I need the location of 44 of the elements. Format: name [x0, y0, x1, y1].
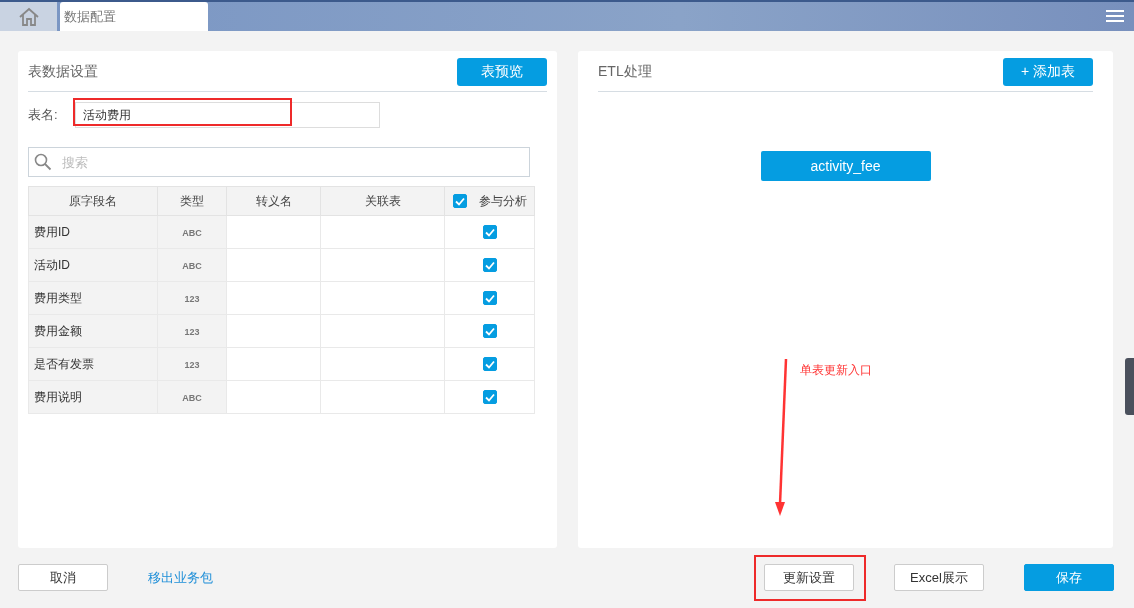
add-table-button[interactable]: + 添加表 — [1003, 57, 1093, 86]
cancel-button[interactable]: 取消 — [18, 564, 108, 591]
type-tag: ABC — [182, 393, 202, 403]
type-tag: 123 — [184, 294, 200, 304]
search-icon — [34, 153, 52, 171]
annotation-note: 单表更新入口 — [800, 362, 872, 379]
analyze-checkbox[interactable] — [482, 291, 497, 306]
field-name: 费用ID — [34, 224, 70, 239]
select-all-checkbox[interactable] — [452, 194, 467, 208]
table-name-label: 表名: — [28, 106, 59, 124]
type-tag: ABC — [182, 228, 202, 238]
field-name: 费用说明 — [34, 389, 82, 404]
panel-title: ETL处理 — [598, 62, 652, 81]
type-tag: 123 — [184, 360, 200, 370]
analyze-checkbox[interactable] — [482, 324, 497, 339]
analyze-checkbox[interactable] — [482, 225, 497, 240]
footer-button[interactable]: 更新设置 — [764, 564, 854, 591]
panel-title: 表数据设置 — [28, 62, 98, 81]
analyze-checkbox[interactable] — [482, 258, 497, 273]
type-tag: 123 — [184, 327, 200, 337]
footer-button[interactable]: Excel展示 — [894, 564, 984, 591]
table-node[interactable]: activity_fee — [760, 151, 931, 181]
field-name: 费用类型 — [34, 290, 82, 305]
field-name: 是否有发票 — [34, 356, 94, 371]
field-name: 费用金额 — [34, 323, 82, 338]
home-tab[interactable] — [0, 2, 57, 31]
column-label: 类型 — [180, 192, 204, 210]
preview-button[interactable]: 表预览 — [457, 57, 547, 86]
menu-icon[interactable] — [1106, 9, 1124, 23]
table-name-field[interactable]: 活动费用 — [75, 102, 380, 128]
column-label: 转义名 — [255, 192, 292, 210]
home-icon — [17, 6, 40, 27]
type-tag: ABC — [182, 261, 202, 271]
column-label: 原字段名 — [69, 192, 117, 210]
column-label: 关联表 — [364, 192, 401, 210]
column-label: 参与分析 — [478, 192, 527, 210]
remove-package-link[interactable]: 移出业务包 — [148, 568, 213, 587]
analyze-checkbox[interactable] — [482, 357, 497, 372]
page-tab[interactable]: 数据配置 — [60, 2, 208, 31]
search-field[interactable]: 搜索 — [28, 147, 530, 177]
field-name: 活动ID — [34, 257, 70, 272]
analyze-checkbox[interactable] — [482, 390, 497, 405]
side-handle[interactable] — [1125, 358, 1134, 415]
footer-button[interactable]: 保存 — [1024, 564, 1114, 591]
